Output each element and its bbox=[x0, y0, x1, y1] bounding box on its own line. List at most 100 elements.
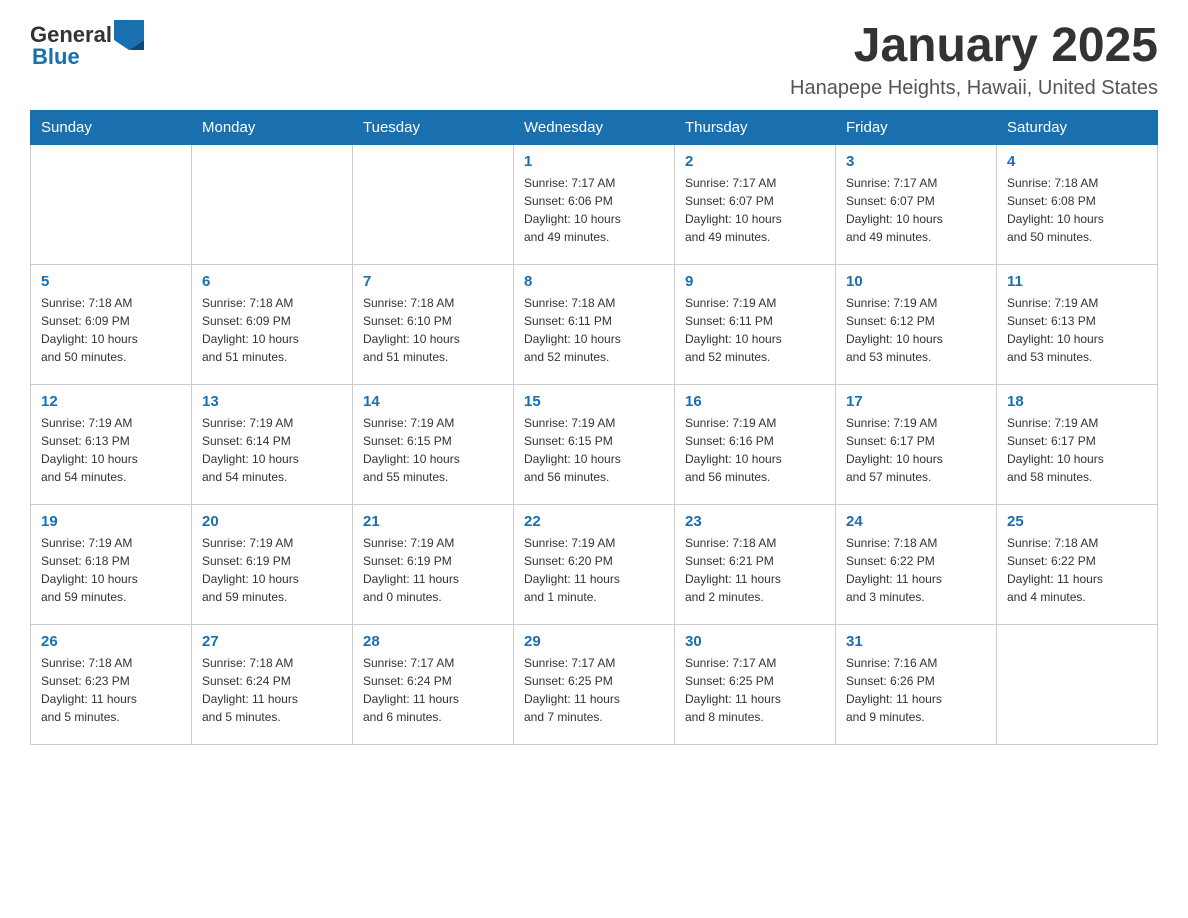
calendar-cell: 5 Sunrise: 7:18 AM Sunset: 6:09 PM Daylig… bbox=[31, 264, 192, 384]
calendar-cell: 11Sunrise: 7:19 AM Sunset: 6:13 PM Dayli… bbox=[997, 264, 1158, 384]
calendar-table: SundayMondayTuesdayWednesdayThursdayFrid… bbox=[30, 110, 1158, 745]
calendar-week-row: 12Sunrise: 7:19 AM Sunset: 6:13 PM Dayli… bbox=[31, 384, 1158, 504]
day-number: 13 bbox=[202, 393, 342, 410]
day-number: 16 bbox=[685, 393, 825, 410]
day-of-week-header: Saturday bbox=[997, 110, 1158, 144]
day-info: Sunrise: 7:19 AM Sunset: 6:15 PM Dayligh… bbox=[524, 414, 664, 486]
day-info: Sunrise: 7:18 AM Sunset: 6:09 PM Dayligh… bbox=[41, 294, 181, 366]
day-of-week-header: Monday bbox=[192, 110, 353, 144]
calendar-cell: 23 Sunrise: 7:18 AM Sunset: 6:21 PM Dayli… bbox=[675, 504, 836, 624]
calendar-cell: 30Sunrise: 7:17 AM Sunset: 6:25 PM Dayli… bbox=[675, 624, 836, 744]
day-info: Sunrise: 7:19 AM Sunset: 6:16 PM Dayligh… bbox=[685, 414, 825, 486]
day-info: Sunrise: 7:19 AM Sunset: 6:14 PM Dayligh… bbox=[202, 414, 342, 486]
day-number: 19 bbox=[41, 513, 181, 530]
day-number: 2 bbox=[685, 153, 825, 170]
calendar-cell: 24Sunrise: 7:18 AM Sunset: 6:22 PM Dayli… bbox=[836, 504, 997, 624]
calendar-cell: 7 Sunrise: 7:18 AM Sunset: 6:10 PM Daylig… bbox=[353, 264, 514, 384]
day-number: 9 bbox=[685, 273, 825, 290]
day-number: 3 bbox=[846, 153, 986, 170]
day-info: Sunrise: 7:19 AM Sunset: 6:19 PM Dayligh… bbox=[363, 534, 503, 606]
calendar-cell: 29 Sunrise: 7:17 AM Sunset: 6:25 PM Dayli… bbox=[514, 624, 675, 744]
day-info: Sunrise: 7:19 AM Sunset: 6:19 PM Dayligh… bbox=[202, 534, 342, 606]
day-info: Sunrise: 7:19 AM Sunset: 6:20 PM Dayligh… bbox=[524, 534, 664, 606]
calendar-cell bbox=[31, 144, 192, 264]
day-number: 31 bbox=[846, 633, 986, 650]
calendar-cell: 20 Sunrise: 7:19 AM Sunset: 6:19 PM Dayli… bbox=[192, 504, 353, 624]
calendar-cell: 15Sunrise: 7:19 AM Sunset: 6:15 PM Dayli… bbox=[514, 384, 675, 504]
calendar-cell: 2 Sunrise: 7:17 AM Sunset: 6:07 PM Daylig… bbox=[675, 144, 836, 264]
day-info: Sunrise: 7:18 AM Sunset: 6:22 PM Dayligh… bbox=[1007, 534, 1147, 606]
calendar-week-row: 26 Sunrise: 7:18 AM Sunset: 6:23 PM Dayli… bbox=[31, 624, 1158, 744]
calendar-cell: 8 Sunrise: 7:18 AM Sunset: 6:11 PM Daylig… bbox=[514, 264, 675, 384]
calendar-cell: 12Sunrise: 7:19 AM Sunset: 6:13 PM Dayli… bbox=[31, 384, 192, 504]
calendar-cell: 21 Sunrise: 7:19 AM Sunset: 6:19 PM Dayli… bbox=[353, 504, 514, 624]
calendar-cell: 3 Sunrise: 7:17 AM Sunset: 6:07 PM Daylig… bbox=[836, 144, 997, 264]
title-block: January 2025 Hanapepe Heights, Hawaii, U… bbox=[790, 20, 1158, 100]
day-number: 23 bbox=[685, 513, 825, 530]
calendar-cell: 13 Sunrise: 7:19 AM Sunset: 6:14 PM Dayli… bbox=[192, 384, 353, 504]
calendar-cell: 1 Sunrise: 7:17 AM Sunset: 6:06 PM Daylig… bbox=[514, 144, 675, 264]
calendar-cell: 6Sunrise: 7:18 AM Sunset: 6:09 PM Daylig… bbox=[192, 264, 353, 384]
day-number: 7 bbox=[363, 273, 503, 290]
day-number: 10 bbox=[846, 273, 986, 290]
day-info: Sunrise: 7:19 AM Sunset: 6:11 PM Dayligh… bbox=[685, 294, 825, 366]
day-number: 1 bbox=[524, 153, 664, 170]
day-info: Sunrise: 7:16 AM Sunset: 6:26 PM Dayligh… bbox=[846, 654, 986, 726]
day-info: Sunrise: 7:17 AM Sunset: 6:07 PM Dayligh… bbox=[846, 174, 986, 246]
day-number: 20 bbox=[202, 513, 342, 530]
calendar-cell bbox=[353, 144, 514, 264]
day-number: 25 bbox=[1007, 513, 1147, 530]
day-number: 14 bbox=[363, 393, 503, 410]
calendar-cell: 26 Sunrise: 7:18 AM Sunset: 6:23 PM Dayli… bbox=[31, 624, 192, 744]
day-number: 30 bbox=[685, 633, 825, 650]
day-number: 17 bbox=[846, 393, 986, 410]
day-info: Sunrise: 7:19 AM Sunset: 6:17 PM Dayligh… bbox=[846, 414, 986, 486]
day-of-week-header: Thursday bbox=[675, 110, 836, 144]
day-number: 8 bbox=[524, 273, 664, 290]
calendar-cell: 17 Sunrise: 7:19 AM Sunset: 6:17 PM Dayli… bbox=[836, 384, 997, 504]
day-number: 5 bbox=[41, 273, 181, 290]
day-info: Sunrise: 7:18 AM Sunset: 6:21 PM Dayligh… bbox=[685, 534, 825, 606]
subtitle: Hanapepe Heights, Hawaii, United States bbox=[790, 77, 1158, 100]
day-info: Sunrise: 7:18 AM Sunset: 6:11 PM Dayligh… bbox=[524, 294, 664, 366]
day-number: 26 bbox=[41, 633, 181, 650]
calendar-week-row: 5 Sunrise: 7:18 AM Sunset: 6:09 PM Daylig… bbox=[31, 264, 1158, 384]
calendar-cell bbox=[192, 144, 353, 264]
calendar-cell: 25 Sunrise: 7:18 AM Sunset: 6:22 PM Dayli… bbox=[997, 504, 1158, 624]
calendar-header-row: SundayMondayTuesdayWednesdayThursdayFrid… bbox=[31, 110, 1158, 144]
calendar-cell: 16 Sunrise: 7:19 AM Sunset: 6:16 PM Dayli… bbox=[675, 384, 836, 504]
day-info: Sunrise: 7:18 AM Sunset: 6:08 PM Dayligh… bbox=[1007, 174, 1147, 246]
day-info: Sunrise: 7:17 AM Sunset: 6:07 PM Dayligh… bbox=[685, 174, 825, 246]
day-number: 22 bbox=[524, 513, 664, 530]
day-info: Sunrise: 7:19 AM Sunset: 6:17 PM Dayligh… bbox=[1007, 414, 1147, 486]
day-info: Sunrise: 7:18 AM Sunset: 6:10 PM Dayligh… bbox=[363, 294, 503, 366]
day-info: Sunrise: 7:17 AM Sunset: 6:24 PM Dayligh… bbox=[363, 654, 503, 726]
day-of-week-header: Friday bbox=[836, 110, 997, 144]
day-of-week-header: Sunday bbox=[31, 110, 192, 144]
calendar-cell: 4Sunrise: 7:18 AM Sunset: 6:08 PM Daylig… bbox=[997, 144, 1158, 264]
day-info: Sunrise: 7:19 AM Sunset: 6:12 PM Dayligh… bbox=[846, 294, 986, 366]
logo-icon bbox=[114, 20, 144, 50]
day-number: 27 bbox=[202, 633, 342, 650]
day-info: Sunrise: 7:17 AM Sunset: 6:06 PM Dayligh… bbox=[524, 174, 664, 246]
day-info: Sunrise: 7:19 AM Sunset: 6:15 PM Dayligh… bbox=[363, 414, 503, 486]
calendar-cell: 19Sunrise: 7:19 AM Sunset: 6:18 PM Dayli… bbox=[31, 504, 192, 624]
calendar-cell: 28 Sunrise: 7:17 AM Sunset: 6:24 PM Dayli… bbox=[353, 624, 514, 744]
day-number: 24 bbox=[846, 513, 986, 530]
day-number: 21 bbox=[363, 513, 503, 530]
day-number: 18 bbox=[1007, 393, 1147, 410]
month-title: January 2025 bbox=[790, 20, 1158, 73]
calendar-cell: 18 Sunrise: 7:19 AM Sunset: 6:17 PM Dayli… bbox=[997, 384, 1158, 504]
day-of-week-header: Tuesday bbox=[353, 110, 514, 144]
day-info: Sunrise: 7:18 AM Sunset: 6:23 PM Dayligh… bbox=[41, 654, 181, 726]
day-info: Sunrise: 7:17 AM Sunset: 6:25 PM Dayligh… bbox=[524, 654, 664, 726]
calendar-cell: 22 Sunrise: 7:19 AM Sunset: 6:20 PM Dayli… bbox=[514, 504, 675, 624]
calendar-cell bbox=[997, 624, 1158, 744]
calendar-cell: 10 Sunrise: 7:19 AM Sunset: 6:12 PM Dayli… bbox=[836, 264, 997, 384]
day-number: 28 bbox=[363, 633, 503, 650]
calendar-cell: 14 Sunrise: 7:19 AM Sunset: 6:15 PM Dayli… bbox=[353, 384, 514, 504]
day-of-week-header: Wednesday bbox=[514, 110, 675, 144]
day-info: Sunrise: 7:19 AM Sunset: 6:13 PM Dayligh… bbox=[1007, 294, 1147, 366]
calendar-cell: 27Sunrise: 7:18 AM Sunset: 6:24 PM Dayli… bbox=[192, 624, 353, 744]
day-number: 29 bbox=[524, 633, 664, 650]
